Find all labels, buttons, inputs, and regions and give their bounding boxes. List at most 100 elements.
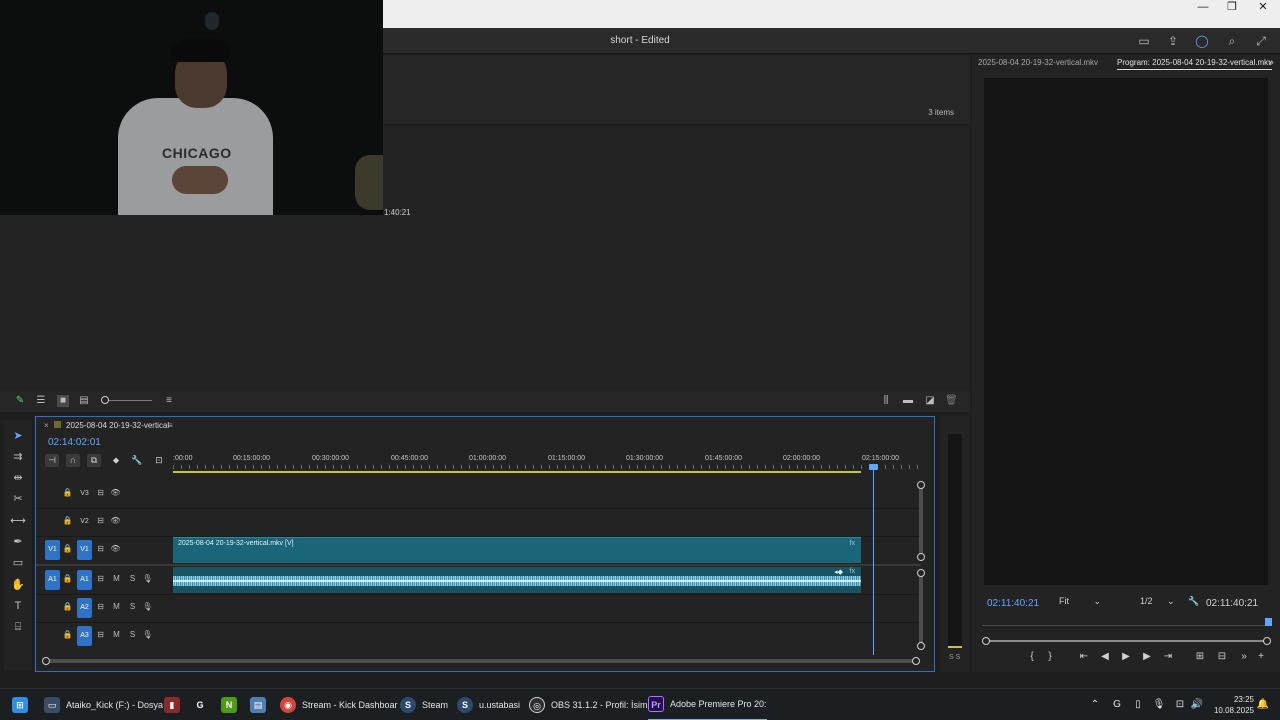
workspaces-icon[interactable]: ▭ xyxy=(1137,34,1151,48)
tray-chevron-up-icon[interactable]: ⌃ xyxy=(1088,698,1102,712)
icon-view-icon[interactable]: ■ xyxy=(57,395,69,407)
ripple-edit-tool-icon[interactable]: ⇹ xyxy=(10,470,26,486)
taskbar-item-steam-user[interactable]: S u.ustabasi xyxy=(457,689,520,720)
lock-icon[interactable]: 🔒 xyxy=(62,515,73,527)
taskbar-item-folder[interactable]: ▤ xyxy=(250,689,272,720)
eye-icon[interactable]: 👁 xyxy=(110,543,121,555)
source-a2[interactable]: A2 xyxy=(77,598,92,618)
lock-icon[interactable]: 🔒 xyxy=(62,573,73,585)
start-button[interactable]: ⊞ xyxy=(12,689,34,720)
video-clip[interactable]: 2025-08-04 20-19-32-vertical.mkv [V] fx xyxy=(173,537,861,563)
taskbar-item-premiere[interactable]: Pr Adobe Premiere Pro 20: xyxy=(648,689,767,720)
audio-scroll-top-handle[interactable] xyxy=(917,569,925,577)
panel-overflow-icon[interactable]: » xyxy=(1264,56,1278,70)
new-item-icon[interactable]: ◪ xyxy=(924,395,936,407)
export-frame-icon[interactable]: » xyxy=(1237,651,1251,663)
video-audio-divider[interactable] xyxy=(36,564,921,566)
caption-tool-icon[interactable]: ⌸ xyxy=(10,619,26,635)
hscroll-left-handle[interactable] xyxy=(42,657,50,665)
mark-in-icon[interactable]: { xyxy=(1025,651,1039,663)
resolution-dropdown[interactable]: 1/2 ⌄ xyxy=(1140,596,1175,607)
extract-icon[interactable]: ⊟ xyxy=(1215,651,1229,663)
source-a1[interactable]: A1 xyxy=(77,570,92,590)
solo-button[interactable]: S xyxy=(127,573,138,585)
tab-source[interactable]: 2025-08-04 20-19-32-vertical.mkv xyxy=(978,58,1098,67)
sort-icon[interactable]: ≡ xyxy=(163,395,175,407)
progress-icon[interactable]: ◯ xyxy=(1195,34,1209,48)
target-a1[interactable]: A1 xyxy=(45,570,60,590)
microphone-icon[interactable]: 🎙 xyxy=(142,573,153,585)
new-bin-icon[interactable]: ▬ xyxy=(902,395,914,407)
maximize-button[interactable]: ❐ xyxy=(1217,0,1247,16)
track-label[interactable]: V2 xyxy=(77,512,92,532)
mute-button[interactable]: M xyxy=(111,601,122,613)
solo-button[interactable]: S xyxy=(127,629,138,641)
meter-solo-labels[interactable]: S S xyxy=(949,654,960,661)
program-playhead-timecode[interactable]: 02:11:40:21 xyxy=(987,598,1039,609)
source-a3[interactable]: A3 xyxy=(77,626,92,646)
timeline-current-timecode[interactable]: 02:14:02:01 xyxy=(48,437,101,448)
type-tool-icon[interactable]: T xyxy=(10,598,26,614)
hand-tool-icon[interactable]: ✋ xyxy=(10,577,26,593)
lock-icon[interactable]: 🔒 xyxy=(62,601,73,613)
captions-icon[interactable]: ⊡ xyxy=(152,454,166,467)
hscroll-right-handle[interactable] xyxy=(912,657,920,665)
razor-tool-icon[interactable]: ✂ xyxy=(10,491,26,507)
taskbar-item-steam[interactable]: S Steam xyxy=(400,689,448,720)
fullscreen-icon[interactable]: ⤢ xyxy=(1254,34,1268,48)
sync-lock-icon[interactable]: ⊟ xyxy=(95,487,106,499)
video-scroll-bottom-handle[interactable] xyxy=(917,553,925,561)
slip-tool-icon[interactable]: ⟷ xyxy=(10,513,26,529)
notification-bell-icon[interactable]: 🔔 xyxy=(1256,698,1270,712)
lift-icon[interactable]: ⊞ xyxy=(1193,651,1207,663)
selection-tool-icon[interactable]: ➤ xyxy=(10,428,26,444)
share-icon[interactable]: ⇪ xyxy=(1166,34,1180,48)
tray-network-icon[interactable]: ⊡ xyxy=(1173,698,1187,712)
freeform-view-icon[interactable]: ▤ xyxy=(78,395,90,407)
close-button[interactable]: ✕ xyxy=(1248,0,1278,16)
lock-icon[interactable]: 🔒 xyxy=(62,543,73,555)
trash-icon[interactable]: 🗑 xyxy=(945,395,958,407)
timeline-horizontal-scrollbar[interactable] xyxy=(44,659,918,663)
play-icon[interactable]: ▶ xyxy=(1119,651,1133,663)
eye-icon[interactable]: 👁 xyxy=(110,515,121,527)
tab-sequence[interactable]: 2025-08-04 20-19-32-vertical xyxy=(66,421,169,430)
add-button-icon[interactable]: + xyxy=(1254,651,1268,663)
tray-microphone-icon[interactable]: 🎙 xyxy=(1152,698,1166,712)
audio-vertical-scrollbar[interactable] xyxy=(919,575,923,647)
mute-button[interactable]: M xyxy=(111,573,122,585)
target-v1[interactable]: V1 xyxy=(45,540,60,560)
audio-clip[interactable]: ◂◆ fx xyxy=(173,567,861,593)
eye-icon[interactable]: 👁 xyxy=(110,487,121,499)
fit-dropdown[interactable]: Fit ⌄ xyxy=(1059,596,1101,607)
lock-icon[interactable]: 🔒 xyxy=(62,629,73,641)
work-area-bar[interactable] xyxy=(173,471,861,473)
tray-battery-icon[interactable]: ▯ xyxy=(1131,698,1145,712)
program-scrubber[interactable] xyxy=(986,640,1266,642)
linked-selection-icon[interactable]: ⧉ xyxy=(87,454,101,467)
track-label[interactable]: V3 xyxy=(77,484,92,504)
sync-lock-icon[interactable]: ⊟ xyxy=(95,573,106,585)
tray-kick-icon[interactable]: G xyxy=(1110,698,1124,712)
program-ruler[interactable] xyxy=(982,620,1270,626)
playhead-line[interactable] xyxy=(873,465,874,655)
search-icon[interactable]: ⌕ xyxy=(1225,34,1239,48)
timeline-settings-icon[interactable]: 🔧 xyxy=(130,454,144,467)
mute-button[interactable]: M xyxy=(111,629,122,641)
audio-scroll-bottom-handle[interactable] xyxy=(917,642,925,650)
playhead-handle[interactable] xyxy=(869,464,878,470)
source-v1[interactable]: V1 xyxy=(77,540,92,560)
scrubber-right-handle[interactable] xyxy=(1263,637,1271,645)
tab-program[interactable]: Program: 2025-08-04 20-19-32-vertical.mk… xyxy=(1117,58,1273,70)
taskbar-clock[interactable]: 23:25 10.08.2025 xyxy=(1196,694,1254,716)
pen-tool-icon[interactable]: ✒ xyxy=(10,534,26,550)
pencil-icon[interactable]: ✎ xyxy=(14,395,26,407)
automate-icon[interactable]: ⫼ xyxy=(880,395,892,407)
step-forward-icon[interactable]: ▶ xyxy=(1140,651,1154,663)
go-to-in-icon[interactable]: ⇤ xyxy=(1077,651,1091,663)
go-to-out-icon[interactable]: ⇥ xyxy=(1161,651,1175,663)
settings-wrench-icon[interactable]: 🔧 xyxy=(1188,596,1199,607)
program-video[interactable] xyxy=(984,78,1268,585)
video-scroll-top-handle[interactable] xyxy=(917,481,925,489)
list-view-icon[interactable]: ☰ xyxy=(35,395,47,407)
